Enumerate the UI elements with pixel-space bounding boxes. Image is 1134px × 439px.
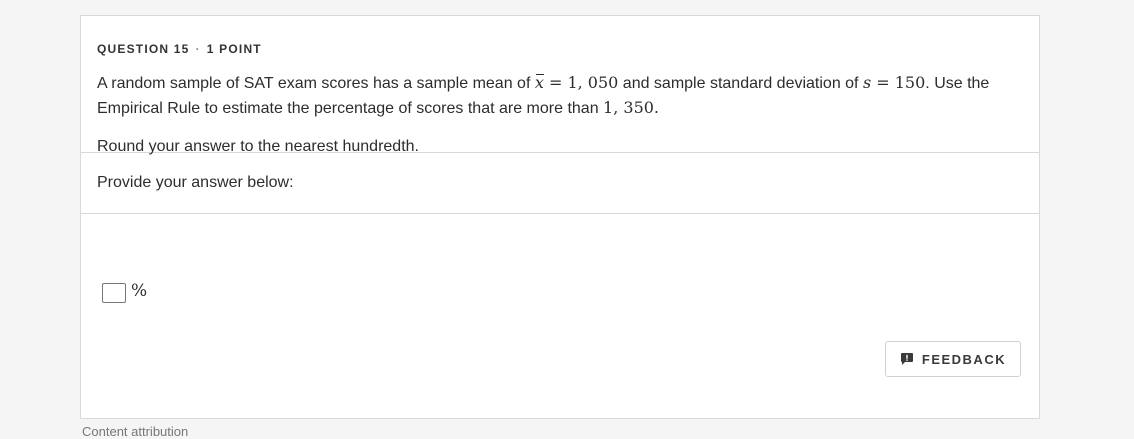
feedback-label: FEEDBACK bbox=[921, 351, 1007, 367]
question-number: QUESTION 15 bbox=[97, 42, 190, 56]
feedback-button[interactable]: FEEDBACK bbox=[885, 341, 1021, 377]
sd-expression: s = 150 bbox=[863, 73, 925, 92]
threshold-value: 1, 350 bbox=[603, 98, 654, 117]
feedback-icon bbox=[900, 352, 914, 366]
header-separator: · bbox=[195, 42, 201, 56]
sd-symbol: s bbox=[862, 73, 872, 92]
answer-section: % FEEDBACK bbox=[81, 214, 1039, 417]
sd-value: 150 bbox=[894, 73, 926, 92]
answer-label: Provide your answer below: bbox=[97, 174, 294, 191]
question-card: QUESTION 15 · 1 POINT A random sample of S… bbox=[80, 15, 1040, 419]
answer-label-section: Provide your answer below: bbox=[81, 153, 1039, 214]
question-points: 1 POINT bbox=[206, 42, 262, 56]
percent-unit: % bbox=[131, 281, 148, 301]
question-header: QUESTION 15 · 1 POINT bbox=[97, 41, 1023, 57]
equals-sign-1: = bbox=[543, 73, 568, 92]
prompt-text-4: . bbox=[653, 98, 660, 117]
question-section: QUESTION 15 · 1 POINT A random sample of S… bbox=[81, 16, 1039, 155]
question-prompt: A random sample of SAT exam scores has a… bbox=[97, 71, 1023, 121]
mean-symbol: x bbox=[535, 71, 544, 95]
prompt-text-1: A random sample of SAT exam scores has a… bbox=[97, 75, 535, 92]
mean-value: 1, 050 bbox=[567, 73, 619, 92]
mean-expression: x = 1, 050 bbox=[535, 73, 619, 92]
answer-input[interactable] bbox=[102, 283, 126, 303]
prompt-text-2: and sample standard deviation of bbox=[618, 75, 863, 92]
equals-sign-2: = bbox=[871, 73, 895, 92]
